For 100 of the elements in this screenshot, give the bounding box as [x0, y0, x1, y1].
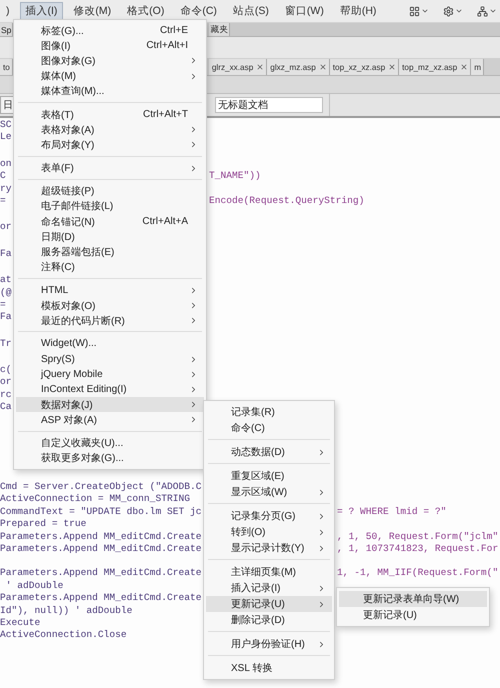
- code-line: or: [0, 221, 12, 232]
- code-line: ActiveConnection.Close: [0, 629, 127, 640]
- menu-item[interactable]: 重复区域(E): [206, 468, 332, 484]
- code-line: ' adDouble: [4, 580, 64, 591]
- code-line: (@: [0, 286, 12, 298]
- title-field[interactable]: 无标题文档: [215, 97, 323, 113]
- menu-item[interactable]: 转到(O): [206, 524, 332, 540]
- menu-item[interactable]: 电子邮件链接(L): [16, 198, 204, 214]
- menu-item[interactable]: 布局对象(Y): [16, 137, 204, 152]
- shortcut-label: Ctrl+Alt+A: [142, 216, 189, 228]
- close-button[interactable]: [388, 63, 396, 71]
- menu-item[interactable]: 更新记录(U): [339, 607, 487, 623]
- menu-item[interactable]: Spry(S): [16, 352, 204, 367]
- caret-icon: [455, 7, 464, 15]
- menu-bar-item[interactable]: 帮助(H): [334, 2, 382, 20]
- menu-bar-item[interactable]: 命令(C): [174, 2, 223, 20]
- menu-item[interactable]: 服务器端包括(E): [16, 244, 204, 260]
- code-line: Fa: [0, 248, 12, 259]
- menu-item[interactable]: 记录集分页(G): [206, 508, 332, 524]
- file-tab[interactable]: m: [471, 59, 484, 75]
- close-button[interactable]: [460, 63, 468, 71]
- file-tab[interactable]: to: [0, 59, 13, 75]
- menu-item[interactable]: 媒体(M): [16, 68, 204, 84]
- code-line: , 1, 1073741823, Request.For: [337, 542, 498, 556]
- menu-item[interactable]: 标签(G)... Ctrl+E: [16, 23, 204, 38]
- shortcut-label: Ctrl+Alt+I: [146, 40, 189, 52]
- menu-item[interactable]: XSL 转换: [206, 660, 332, 676]
- panel-tab[interactable]: Sp: [0, 23, 14, 36]
- caret-icon: [489, 7, 498, 15]
- menu-item[interactable]: 插入记录(I): [206, 580, 332, 596]
- menu-item[interactable]: Widget(W)...: [16, 336, 204, 352]
- code-line: Id"), null)) ' adDouble: [0, 604, 132, 616]
- code-line: ry: [0, 182, 12, 194]
- menu-item[interactable]: 记录集(R): [206, 404, 332, 420]
- menu-bar-item[interactable]: 修改(M): [67, 2, 118, 20]
- menu-item[interactable]: 显示记录计数(Y): [206, 540, 332, 556]
- menu-item[interactable]: 表格(T) Ctrl+Alt+T: [16, 106, 204, 122]
- code-line: ActiveConnection = MM_conn_STRING: [0, 493, 190, 504]
- code-line: Parameters.Append MM_editCmd.Create: [0, 530, 202, 542]
- code-line: =: [0, 194, 6, 206]
- menu-item[interactable]: HTML: [16, 282, 204, 298]
- menu-item[interactable]: 用户身份验证(H): [206, 636, 332, 652]
- code-line: , 1, 50, Request.Form("jclm": [337, 530, 498, 543]
- chevron-right-icon: [317, 640, 326, 648]
- network-icon: [477, 6, 488, 16]
- menu-item[interactable]: ASP 对象(A): [16, 412, 204, 428]
- menu-item[interactable]: 模板对象(O): [16, 298, 204, 314]
- menu-item[interactable]: 获取更多对象(G)...: [16, 450, 204, 466]
- menu-bar-item[interactable]: 插入(I): [20, 2, 64, 20]
- menu-bar-item[interactable]: 格式(O): [121, 2, 170, 20]
- menu-item[interactable]: jQuery Mobile: [16, 366, 204, 382]
- menu-item[interactable]: 日期(D): [16, 229, 204, 244]
- shortcut-label: Ctrl+Alt+T: [142, 109, 189, 120]
- chevron-right-icon: [189, 164, 198, 173]
- menu-bar-item[interactable]: 站点(S): [226, 2, 275, 20]
- code-line: Prepared = true: [0, 518, 86, 530]
- code-line: Encode(Request.QueryString): [209, 194, 364, 208]
- menu-item[interactable]: InContext Editing(I): [16, 382, 204, 398]
- code-line: or: [0, 376, 12, 388]
- menu-item[interactable]: 命令(C): [206, 420, 332, 436]
- code-line: on: [0, 158, 12, 169]
- code-line: C: [0, 170, 6, 182]
- menu-item[interactable]: 最近的代码片断(R): [16, 313, 204, 328]
- settings-icon: [443, 6, 454, 16]
- close-button[interactable]: [318, 63, 327, 71]
- menu-item[interactable]: 命名锚记(N) Ctrl+Alt+A: [16, 214, 204, 230]
- shortcut-label: Ctrl+E: [160, 25, 189, 36]
- code-line: Cmd = Server.CreateObject ("ADODB.C: [0, 481, 202, 492]
- code-line: =: [0, 298, 6, 310]
- code-line: = ? WHERE lmid = ?": [337, 506, 446, 518]
- menu-item[interactable]: 主详细页集(M): [206, 564, 332, 580]
- panel-tab[interactable]: 藏夹: [209, 23, 230, 36]
- menu-bar-item[interactable]: ): [0, 2, 16, 20]
- menu-item[interactable]: 超级链接(P): [16, 184, 204, 199]
- menu-item[interactable]: 动态数据(D): [206, 444, 332, 460]
- chevron-right-icon: [317, 488, 326, 496]
- code-line: Fa: [0, 311, 12, 322]
- code-line: Parameters.Append MM_editCmd.Create: [0, 542, 202, 554]
- code-line: Parameters.Append MM_editCmd.Create: [0, 567, 202, 578]
- code-line: Tr: [0, 338, 12, 349]
- menu-item[interactable]: 注释(C): [16, 260, 204, 275]
- menu-bar-item[interactable]: 窗口(W): [278, 2, 330, 20]
- close-button[interactable]: [256, 63, 264, 71]
- menu-item[interactable]: 删除记录(D): [206, 612, 332, 628]
- menu-item[interactable]: 表单(F): [16, 160, 204, 176]
- code-line: T_NAME")): [209, 170, 261, 183]
- code-line: at: [0, 274, 12, 286]
- grid-icon: [409, 6, 420, 16]
- menu-item[interactable]: 媒体查询(M)...: [16, 84, 204, 99]
- caret-icon: [421, 7, 430, 15]
- menu-item[interactable]: 更新记录表单向导(W): [339, 591, 487, 607]
- code-line: CommandText = "UPDATE dbo.lm SET jc: [0, 506, 202, 517]
- menu-item[interactable]: 显示区域(W): [206, 484, 332, 500]
- menu-item[interactable]: 表格对象(A): [16, 122, 204, 138]
- code-line: Ca: [0, 401, 12, 412]
- menu-item[interactable]: 自定义收藏夹(U)...: [16, 436, 204, 451]
- chevron-right-icon: [317, 448, 326, 456]
- menu-item[interactable]: 数据对象(J): [16, 397, 204, 412]
- menu-item[interactable]: 图像对象(G): [16, 53, 204, 69]
- menu-item[interactable]: 更新记录(U): [206, 596, 332, 612]
